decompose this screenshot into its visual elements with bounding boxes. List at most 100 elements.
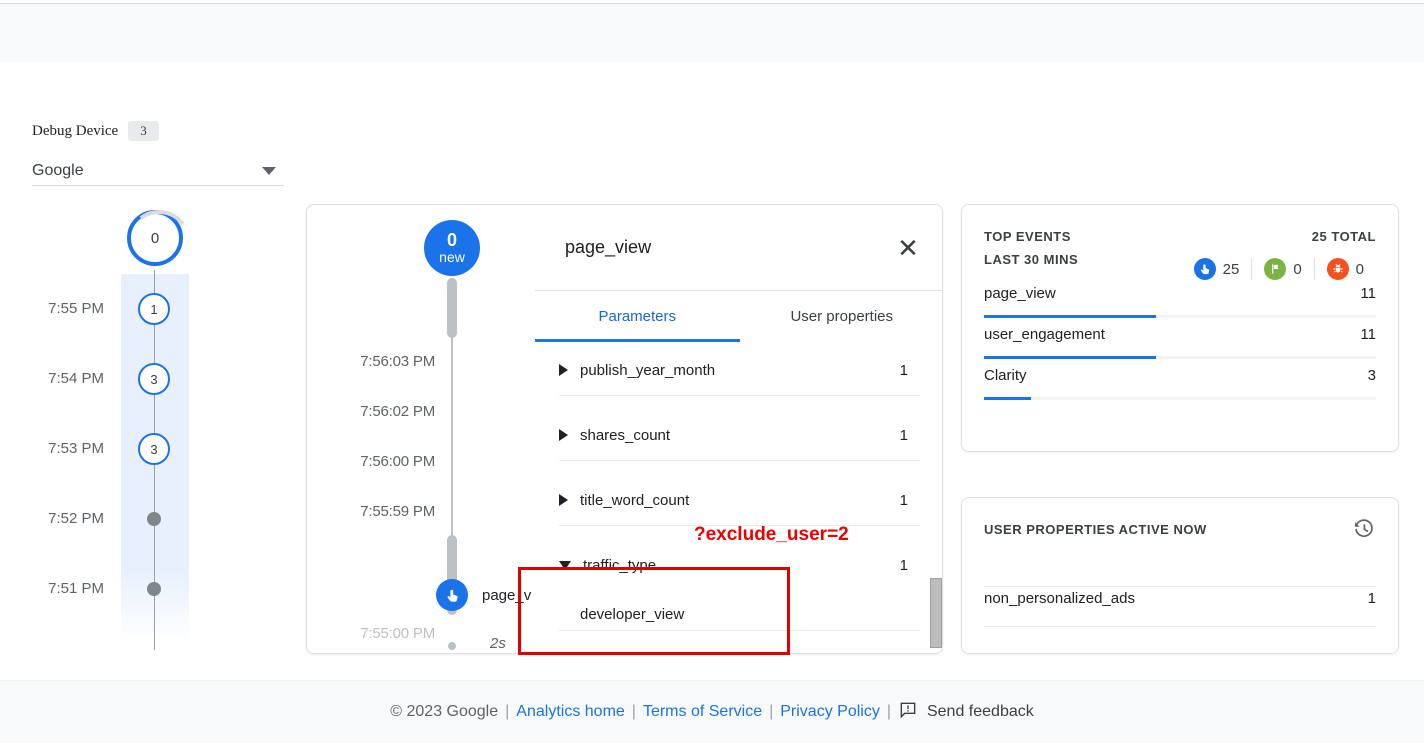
top-events-header: TOP EVENTS 25 TOTAL <box>962 205 1398 244</box>
footer-separator-4: | <box>887 703 891 721</box>
timeline-current-node-value: 0 <box>151 230 159 247</box>
parameters-divider-3 <box>559 630 920 631</box>
event-time-0: 7:56:03 PM <box>317 353 435 370</box>
new-events-label: new <box>439 250 465 265</box>
chevron-right-icon-0[interactable] <box>559 364 568 376</box>
debug-device-dropdown[interactable]: Google <box>32 156 284 186</box>
tab-user-properties-label: User properties <box>790 308 893 325</box>
feedback-icon <box>898 700 918 725</box>
parameter-row-0[interactable]: publish_year_month 1 <box>535 355 943 385</box>
event-detail-panel: page_view ✕ Parameters User properties p… <box>535 205 943 654</box>
parameter-value-2: 1 <box>900 492 908 509</box>
user-properties-divider-bottom <box>984 626 1376 627</box>
timeline-time-3: 7:52 PM <box>0 510 104 527</box>
event-type-counters: 25 0 0 <box>1182 258 1376 280</box>
footer-link-terms[interactable]: Terms of Service <box>643 703 762 721</box>
parameter-value-3: 1 <box>900 557 908 574</box>
footer-link-analytics-home[interactable]: Analytics home <box>516 703 625 721</box>
event-detail-header: page_view ✕ <box>535 205 943 290</box>
top-events-total: 25 TOTAL <box>1312 229 1376 244</box>
event-time-3: 7:55:59 PM <box>317 503 435 520</box>
timeline-time-0: 7:55 PM <box>0 300 104 317</box>
user-property-row-0[interactable]: non_personalized_ads 1 <box>984 590 1376 607</box>
event-name-0[interactable]: page_v <box>482 587 531 604</box>
tab-parameters[interactable]: Parameters <box>535 291 740 342</box>
parameter-row-2[interactable]: title_word_count 1 <box>535 485 943 515</box>
send-feedback-button[interactable]: Send feedback <box>898 700 1034 725</box>
top-event-row-1[interactable]: user_engagement 11 <box>984 326 1376 367</box>
send-feedback-label: Send feedback <box>927 703 1034 721</box>
counter-errors[interactable]: 0 <box>1314 258 1376 280</box>
timeline-current-node[interactable]: 0 <box>127 210 183 266</box>
top-event-row-0[interactable]: page_view 11 <box>984 285 1376 326</box>
counter-events-value: 25 <box>1223 261 1240 278</box>
timeline-time-2: 7:53 PM <box>0 440 104 457</box>
event-gap-0: 2s <box>490 635 506 652</box>
parameters-scrollbar-thumb[interactable] <box>930 578 942 648</box>
tab-parameters-label: Parameters <box>598 308 676 325</box>
top-event-label-0: page_view <box>984 285 1056 302</box>
footer-link-privacy[interactable]: Privacy Policy <box>780 703 880 721</box>
parameter-row-1[interactable]: shares_count 1 <box>535 420 943 450</box>
chevron-right-icon-2[interactable] <box>559 494 568 506</box>
top-event-count-0: 11 <box>1360 285 1376 302</box>
chevron-down-icon[interactable] <box>262 167 276 175</box>
event-stream-card: 0 new 7:56:03 PM page_v 7:56:02 PM 2s 7:… <box>306 204 943 654</box>
tab-user-properties[interactable]: User properties <box>740 291 944 342</box>
top-event-bar-fill-0 <box>984 315 1156 318</box>
chevron-right-icon-1[interactable] <box>559 429 568 441</box>
timeline-node-1-value: 3 <box>150 372 157 387</box>
timeline-time-4: 7:51 PM <box>0 580 104 597</box>
timeline-node-2-value: 3 <box>150 442 157 457</box>
event-gap-dot-0 <box>448 642 456 650</box>
timeline-node-2[interactable]: 3 <box>138 433 170 465</box>
counter-errors-value: 0 <box>1356 261 1364 278</box>
tap-icon <box>1194 258 1216 280</box>
parameters-divider-1 <box>559 460 920 461</box>
parameter-key-1: shares_count <box>580 427 900 444</box>
parameter-key-0: publish_year_month <box>580 362 900 379</box>
footer-copyright: © 2023 Google <box>390 703 498 721</box>
timeline-node-3[interactable] <box>147 512 161 526</box>
top-event-bar-track-2 <box>984 397 1376 400</box>
counter-conversions[interactable]: 0 <box>1251 258 1313 280</box>
top-event-label-1: user_engagement <box>984 326 1105 343</box>
parameter-key-2: title_word_count <box>580 492 900 509</box>
parameter-child-row: developer_view <box>535 599 943 629</box>
parameter-key-3: traffic_type <box>583 557 900 574</box>
parameter-value-0: 1 <box>900 362 908 379</box>
bug-icon <box>1327 258 1349 280</box>
top-event-count-2: 3 <box>1368 367 1376 384</box>
timeline-node-0[interactable]: 1 <box>138 293 170 325</box>
event-stream-stem-top <box>447 278 457 338</box>
user-properties-title: USER PROPERTIES ACTIVE NOW <box>984 522 1207 537</box>
parameters-divider-0 <box>559 395 920 396</box>
debug-device-value: Google <box>32 162 84 180</box>
chevron-down-icon-3[interactable] <box>559 561 571 570</box>
timeline-node-0-value: 1 <box>150 302 157 317</box>
parameter-row-3[interactable]: traffic_type 1 <box>535 550 943 580</box>
user-properties-card: USER PROPERTIES ACTIVE NOW non_personali… <box>961 497 1399 654</box>
event-detail-title: page_view <box>565 237 651 258</box>
debug-device-selector[interactable]: Debug Device 3 Google <box>32 120 284 186</box>
timeline-node-4[interactable] <box>147 582 161 596</box>
user-property-label-0: non_personalized_ads <box>984 590 1135 607</box>
history-icon[interactable] <box>1352 517 1376 546</box>
event-detail-tabs: Parameters User properties <box>535 290 943 342</box>
close-icon[interactable]: ✕ <box>894 234 922 262</box>
new-events-badge[interactable]: 0 new <box>424 220 480 276</box>
top-event-count-1: 11 <box>1360 326 1376 343</box>
top-header-band <box>0 3 1424 62</box>
footer-separator-1: | <box>505 703 509 721</box>
top-event-bar-fill-1 <box>984 356 1156 359</box>
top-events-card: TOP EVENTS 25 TOTAL LAST 30 MINS 25 <box>961 204 1399 452</box>
tap-icon-event-1[interactable] <box>436 579 468 611</box>
top-event-row-2[interactable]: Clarity 3 <box>984 367 1376 408</box>
timeline-node-1[interactable]: 3 <box>138 363 170 395</box>
annotation-label: ?exclude_user=2 <box>694 524 849 546</box>
parameters-list: publish_year_month 1 shares_count 1 titl… <box>535 342 943 654</box>
parameter-child-value: developer_view <box>580 606 908 623</box>
counter-events[interactable]: 25 <box>1182 258 1252 280</box>
timeline-time-1: 7:54 PM <box>0 370 104 387</box>
parameter-value-1: 1 <box>900 427 908 444</box>
